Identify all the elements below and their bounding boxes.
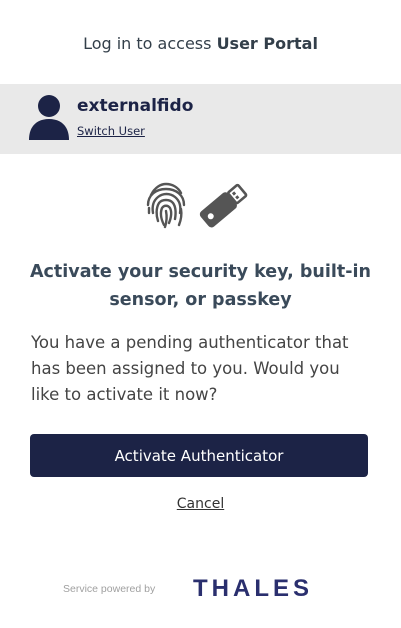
thales-logo: THALES [193,575,313,602]
switch-user-link[interactable]: Switch User [77,124,145,138]
username: externalfido [77,96,194,116]
header-prefix: Log in to access [83,34,212,53]
usb-security-key-icon [199,183,248,228]
cancel-link[interactable]: Cancel [0,496,401,512]
footer: Service powered by THALES [0,575,401,605]
authenticator-icons [0,176,401,236]
user-info-band: externalfido Switch User [0,84,401,154]
page-title: Activate your security key, built-in sen… [30,262,371,310]
user-avatar-icon [29,95,69,140]
fingerprint-icon [146,182,186,229]
login-header: Log in to access User Portal [0,33,401,55]
powered-by-text: Service powered by [63,583,156,595]
portal-name: User Portal [216,34,318,53]
activate-authenticator-button[interactable]: Activate Authenticator [30,434,368,477]
description-text: You have a pending authenticator that ha… [31,333,349,404]
